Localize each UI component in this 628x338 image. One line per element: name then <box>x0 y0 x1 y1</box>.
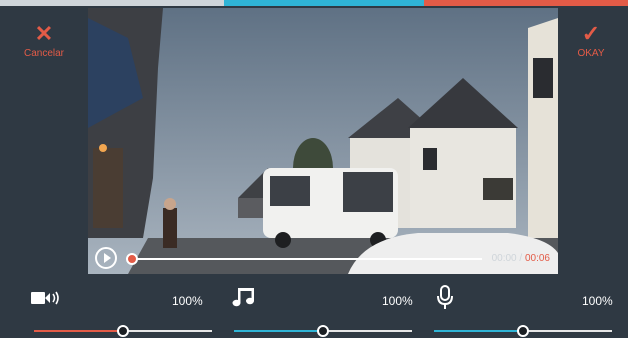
voice-volume-track-filled[interactable] <box>434 330 524 332</box>
strip-segment-gray <box>0 0 224 6</box>
microphone-icon <box>437 285 453 309</box>
voice-volume-percent: 100% <box>582 294 613 308</box>
strip-segment-blue <box>224 0 424 6</box>
video-volume-track-rest[interactable] <box>124 330 212 332</box>
voice-volume-track-rest[interactable] <box>524 330 612 332</box>
okay-label: OKAY <box>577 48 605 59</box>
video-volume-slider[interactable] <box>117 325 129 337</box>
top-progress-strip <box>0 0 628 6</box>
play-button[interactable] <box>95 247 117 269</box>
video-volume-percent: 100% <box>172 294 203 308</box>
video-volume-track-filled[interactable] <box>34 330 124 332</box>
video-volume-channel: 100% <box>0 274 212 338</box>
video-preview[interactable]: 00:00 / 00:06 <box>88 8 558 274</box>
music-volume-track-rest[interactable] <box>324 330 412 332</box>
okay-button[interactable]: ✓ OKAY <box>558 21 624 60</box>
voice-volume-slider[interactable] <box>517 325 529 337</box>
cancel-label: Cancelar <box>23 48 65 59</box>
time-current: 00:00 <box>491 253 517 264</box>
music-volume-slider[interactable] <box>317 325 329 337</box>
time-end: 00:06 <box>524 253 550 264</box>
audio-mixer: 100% 100% 100% <box>0 274 628 338</box>
video-frame-image <box>88 8 558 274</box>
video-camera-icon <box>31 291 59 305</box>
voice-volume-channel: 100% <box>414 274 628 338</box>
scrubber-handle[interactable] <box>126 253 138 265</box>
scrubber-track[interactable] <box>132 258 482 260</box>
music-volume-channel: 100% <box>212 274 414 338</box>
music-note-icon <box>232 288 254 307</box>
music-volume-percent: 100% <box>382 294 413 308</box>
close-icon: ✕ <box>34 21 54 46</box>
timecode: 00:00 / 00:06 <box>492 253 550 264</box>
checkmark-icon: ✓ <box>581 21 601 46</box>
cancel-button[interactable]: ✕ Cancelar <box>11 21 77 60</box>
time-separator: / <box>516 253 525 264</box>
player-controls: 00:00 / 00:06 <box>88 244 558 274</box>
music-volume-track-filled[interactable] <box>234 330 324 332</box>
strip-segment-red <box>424 0 628 6</box>
